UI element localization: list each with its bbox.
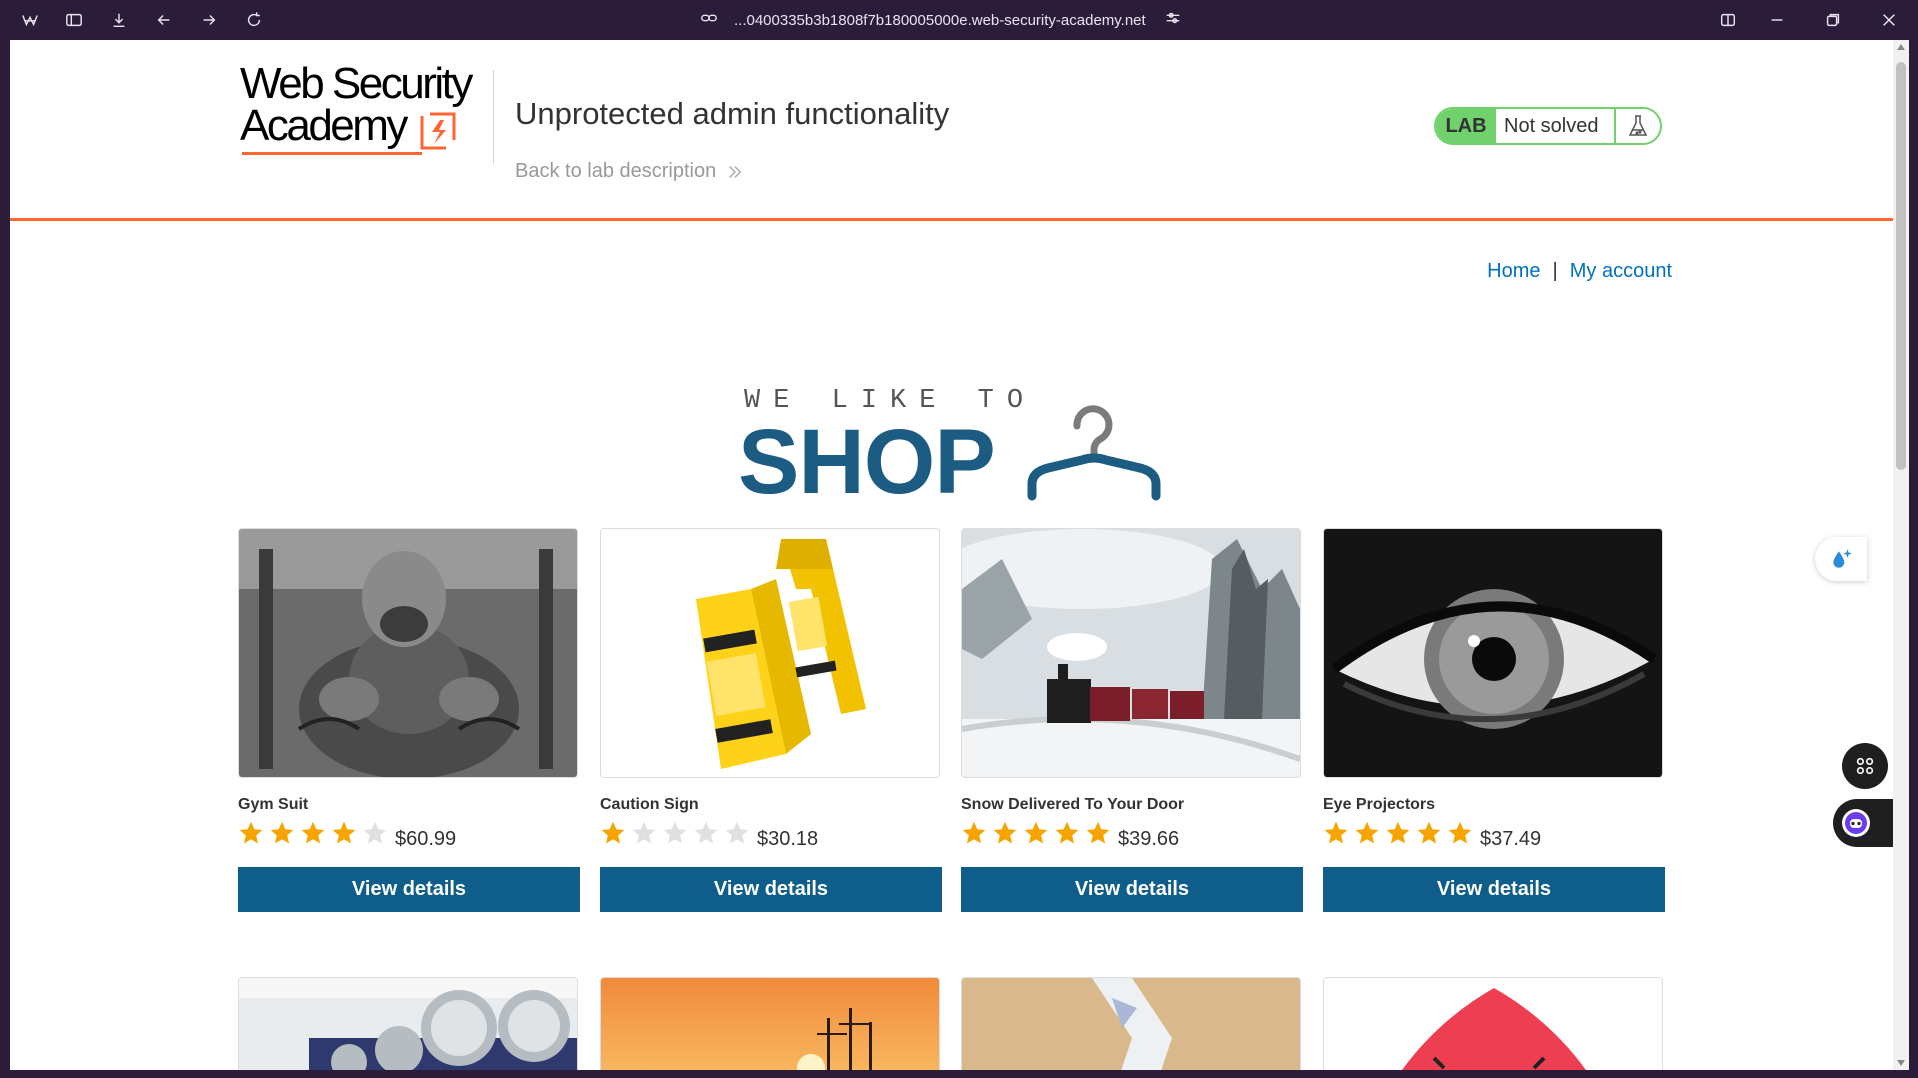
view-details-button[interactable]: View details [238, 867, 580, 912]
star-icon [993, 821, 1017, 844]
logo-underline [242, 152, 422, 155]
scroll-up-icon[interactable] [1897, 44, 1905, 50]
logo-line2: Academy [240, 101, 408, 150]
shop-banner: WE LIKE TO SHOP [730, 340, 1190, 513]
page-viewport: Web Security Academy Unprotected admin f… [10, 40, 1893, 1070]
product-image[interactable] [1323, 977, 1663, 1070]
product-image[interactable] [238, 977, 578, 1070]
star-icon [301, 821, 325, 844]
star-icon [1324, 821, 1348, 844]
shop-nav: Home | My account [1487, 260, 1672, 283]
flask-icon [1616, 109, 1660, 143]
star-icon [694, 821, 718, 844]
star-icon [1448, 821, 1472, 844]
product-name: Eye Projectors [1323, 796, 1436, 813]
product-name: Gym Suit [238, 796, 309, 813]
view-details-button[interactable]: View details [961, 867, 1303, 912]
academy-header: Web Security Academy Unprotected admin f… [10, 40, 1893, 221]
view-details-button[interactable]: View details [600, 867, 942, 912]
header-divider [493, 70, 494, 164]
back-to-lab-description-link[interactable]: Back to lab description [515, 160, 744, 183]
sparkle-drop-icon[interactable] [1815, 537, 1867, 581]
star-icon [1386, 821, 1410, 844]
star-icon [1086, 821, 1110, 844]
scrollbar-thumb[interactable] [1896, 62, 1906, 470]
apps-grid-icon[interactable] [1842, 743, 1888, 789]
nav-separator: | [1552, 260, 1558, 282]
nav-home-link[interactable]: Home [1487, 260, 1540, 283]
star-icon [363, 821, 387, 844]
browser-toolbar: ...0400335b3b1808f7b180005000e.web-secur… [0, 0, 1918, 40]
chevron-double-right-icon [729, 165, 742, 178]
product-image[interactable] [600, 528, 940, 778]
star-icon [1024, 821, 1048, 844]
split-view-icon[interactable] [1716, 8, 1740, 32]
star-icon [725, 821, 749, 844]
site-settings-icon[interactable] [1164, 9, 1182, 31]
forward-icon[interactable] [197, 8, 221, 32]
lightning-bolt-icon [420, 112, 456, 150]
star-icon [239, 821, 263, 844]
product-price: $39.66 [1118, 828, 1180, 850]
restore-icon[interactable] [1821, 8, 1845, 32]
link-icon [700, 9, 718, 31]
reload-icon[interactable] [242, 8, 266, 32]
product-image[interactable] [238, 528, 578, 778]
view-details-button[interactable]: View details [1323, 867, 1665, 912]
product-rating [600, 820, 750, 846]
lab-status-text: Not solved [1496, 109, 1616, 143]
product-price: $37.49 [1480, 828, 1542, 850]
lab-status-widget: LAB Not solved [1434, 107, 1662, 145]
back-link-label: Back to lab description [515, 160, 717, 182]
lab-title: Unprotected admin functionality [515, 96, 950, 131]
star-icon [962, 821, 986, 844]
product-image[interactable] [961, 977, 1301, 1070]
banner-title: SHOP [738, 411, 996, 513]
product-price: $60.99 [395, 828, 457, 850]
spaces-icon[interactable] [18, 8, 42, 32]
scroll-down-icon[interactable] [1897, 1060, 1905, 1066]
close-icon[interactable] [1877, 8, 1901, 32]
star-icon [663, 821, 687, 844]
download-icon[interactable] [107, 8, 131, 32]
star-icon [632, 821, 656, 844]
product-rating [961, 820, 1111, 846]
product-image[interactable] [600, 977, 940, 1070]
product-name: Snow Delivered To Your Door [961, 796, 1185, 813]
address-bar[interactable]: ...0400335b3b1808f7b180005000e.web-secur… [700, 10, 1182, 30]
page-scrollbar[interactable] [1893, 40, 1909, 1070]
logo-line1: Web Security [240, 59, 473, 108]
star-icon [601, 821, 625, 844]
star-icon [270, 821, 294, 844]
product-image[interactable] [1323, 528, 1663, 778]
url-text: ...0400335b3b1808f7b180005000e.web-secur… [734, 11, 1146, 29]
star-icon [1417, 821, 1441, 844]
minimize-icon[interactable] [1765, 8, 1789, 32]
assistant-bot-icon[interactable] [1833, 799, 1893, 847]
product-price: $30.18 [757, 828, 819, 850]
back-icon[interactable] [152, 8, 176, 32]
nav-my-account-link[interactable]: My account [1570, 260, 1672, 283]
sidebar-icon[interactable] [62, 8, 86, 32]
star-icon [332, 821, 356, 844]
lab-tag: LAB [1436, 109, 1496, 143]
star-icon [1355, 821, 1379, 844]
web-security-academy-logo[interactable]: Web Security Academy [240, 59, 500, 160]
star-icon [1055, 821, 1079, 844]
hanger-icon [1027, 405, 1161, 501]
product-rating [238, 820, 388, 846]
product-rating [1323, 820, 1473, 846]
product-image[interactable] [961, 528, 1301, 778]
product-name: Caution Sign [600, 796, 699, 813]
